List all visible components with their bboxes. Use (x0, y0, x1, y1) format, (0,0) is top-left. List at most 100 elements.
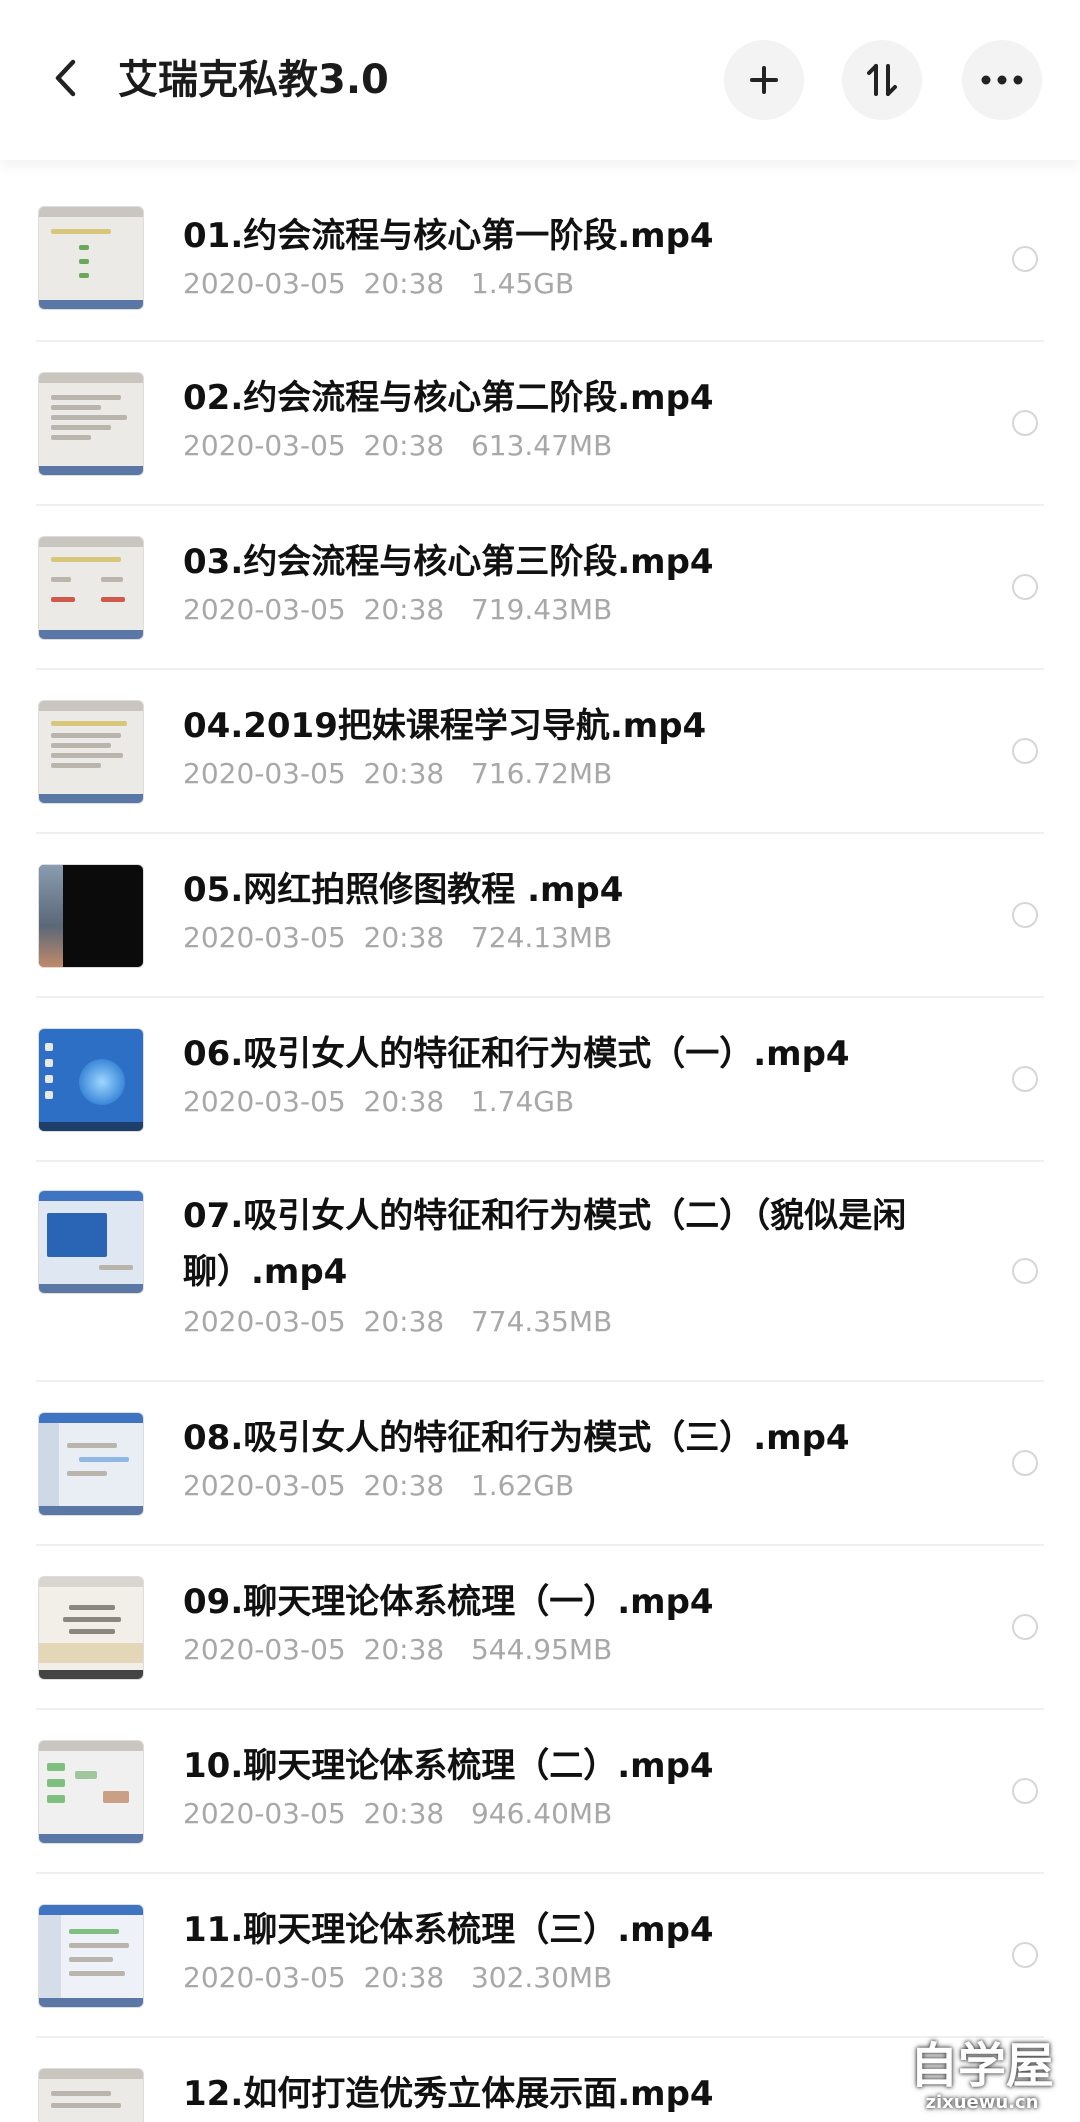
file-size: 719.43MB (470, 593, 613, 626)
file-size: 302.30MB (470, 1961, 613, 1994)
select-radio[interactable] (1012, 410, 1038, 436)
sort-button[interactable] (842, 40, 922, 120)
select-radio[interactable] (1012, 1450, 1038, 1476)
select-radio[interactable] (1012, 1066, 1038, 1092)
file-size: 1.74GB (470, 1085, 575, 1118)
list-item[interactable]: 03.约会流程与核心第三阶段.mp4 2020-03-05 20:38 719.… (0, 506, 1080, 670)
file-meta: 2020-03-05 20:38 613.47MB (183, 426, 612, 466)
file-date: 2020-03-05 (183, 267, 346, 300)
file-name: 01.约会流程与核心第一阶段.mp4 (183, 216, 714, 256)
list-item[interactable]: 01.约会流程与核心第一阶段.mp4 2020-03-05 20:38 1.45… (0, 160, 1080, 342)
file-meta: 2020-03-05 20:38 1.62GB (183, 1466, 574, 1506)
file-time: 20:38 (363, 1469, 445, 1502)
file-meta: 2020-03-05 20:38 1.74GB (183, 1082, 574, 1122)
file-time: 20:38 (363, 429, 445, 462)
watermark-url: zixuewu.cn (925, 2092, 1039, 2113)
file-date: 2020-03-05 (183, 1085, 346, 1118)
file-name: 05.网红拍照修图教程 .mp4 (183, 870, 624, 910)
file-time: 20:38 (363, 1305, 445, 1338)
file-size: 774.35MB (470, 1305, 613, 1338)
file-meta: 2020-03-05 20:38 544.95MB (183, 1630, 612, 1670)
add-button[interactable] (724, 40, 804, 120)
select-radio[interactable] (1012, 738, 1038, 764)
file-meta: 2020-03-05 20:38 1.45GB (183, 264, 574, 304)
file-size: 716.72MB (470, 757, 613, 790)
more-icon (981, 75, 1023, 85)
file-date: 2020-03-05 (183, 1797, 346, 1830)
video-thumbnail (38, 1028, 144, 1132)
file-time: 20:38 (363, 1085, 445, 1118)
video-thumbnail (38, 1190, 144, 1294)
file-date: 2020-03-05 (183, 757, 346, 790)
file-name: 03.约会流程与核心第三阶段.mp4 (183, 542, 714, 582)
select-radio[interactable] (1012, 574, 1038, 600)
file-name: 02.约会流程与核心第二阶段.mp4 (183, 378, 714, 418)
watermark-logo: 自学屋 zixuewu.cn (892, 2040, 1072, 2114)
file-meta: 2020-03-05 20:38 774.35MB (183, 1302, 612, 1342)
plus-icon (750, 66, 778, 94)
list-item[interactable]: 11.聊天理论体系梳理（三）.mp4 2020-03-05 20:38 302.… (0, 1874, 1080, 2038)
watermark-text: 自学屋 (909, 2038, 1054, 2094)
video-thumbnail (38, 1740, 144, 1844)
file-name: 07.吸引女人的特征和行为模式（二）（貌似是闲聊）.mp4 (183, 1196, 907, 1292)
list-item[interactable]: 08.吸引女人的特征和行为模式（三）.mp4 2020-03-05 20:38 … (0, 1382, 1080, 1546)
select-radio[interactable] (1012, 1942, 1038, 1968)
list-item[interactable]: 10.聊天理论体系梳理（二）.mp4 2020-03-05 20:38 946.… (0, 1710, 1080, 1874)
file-name: 06.吸引女人的特征和行为模式（一）.mp4 (183, 1034, 850, 1074)
video-thumbnail (38, 536, 144, 640)
sort-icon (867, 64, 897, 96)
file-time: 20:38 (363, 757, 445, 790)
list-item[interactable]: 06.吸引女人的特征和行为模式（一）.mp4 2020-03-05 20:38 … (0, 998, 1080, 1162)
file-size: 1.45GB (470, 267, 575, 300)
file-time: 20:38 (363, 267, 445, 300)
select-radio[interactable] (1012, 1258, 1038, 1284)
video-thumbnail (38, 2068, 144, 2122)
file-size: 1.62GB (470, 1469, 575, 1502)
video-thumbnail (38, 700, 144, 804)
file-size: 544.95MB (470, 1633, 613, 1666)
list-item[interactable]: 07.吸引女人的特征和行为模式（二）（貌似是闲聊）.mp4 2020-03-05… (0, 1162, 1080, 1382)
file-time: 20:38 (363, 1797, 445, 1830)
file-date: 2020-03-05 (183, 429, 346, 462)
video-thumbnail (38, 1576, 144, 1680)
file-time: 20:38 (363, 1633, 445, 1666)
list-item[interactable]: 02.约会流程与核心第二阶段.mp4 2020-03-05 20:38 613.… (0, 342, 1080, 506)
more-button[interactable] (962, 40, 1042, 120)
page-title: 艾瑞克私教3.0 (118, 57, 389, 103)
file-size: 724.13MB (470, 921, 613, 954)
video-thumbnail (38, 206, 144, 310)
chevron-left-icon (55, 59, 76, 97)
file-date: 2020-03-05 (183, 1961, 346, 1994)
file-name: 08.吸引女人的特征和行为模式（三）.mp4 (183, 1418, 850, 1458)
file-time: 20:38 (363, 593, 445, 626)
file-meta: 2020-03-05 20:38 302.30MB (183, 1958, 612, 1998)
file-time: 20:38 (363, 921, 445, 954)
list-item[interactable]: 09.聊天理论体系梳理（一）.mp4 2020-03-05 20:38 544.… (0, 1546, 1080, 1710)
top-bar: 艾瑞克私教3.0 (0, 0, 1080, 160)
list-item[interactable]: 05.网红拍照修图教程 .mp4 2020-03-05 20:38 724.13… (0, 834, 1080, 998)
file-name: 04.2019把妹课程学习导航.mp4 (183, 706, 707, 746)
file-date: 2020-03-05 (183, 1469, 346, 1502)
select-radio[interactable] (1012, 902, 1038, 928)
select-radio[interactable] (1012, 1778, 1038, 1804)
video-thumbnail (38, 372, 144, 476)
file-size: 946.40MB (470, 1797, 613, 1830)
select-radio[interactable] (1012, 1614, 1038, 1640)
file-name: 11.聊天理论体系梳理（三）.mp4 (183, 1910, 714, 1950)
file-meta: 2020-03-05 20:38 946.40MB (183, 1794, 612, 1834)
select-radio[interactable] (1012, 246, 1038, 272)
file-date: 2020-03-05 (183, 1633, 346, 1666)
file-size: 613.47MB (470, 429, 613, 462)
file-date: 2020-03-05 (183, 1305, 346, 1338)
file-time: 20:38 (363, 1961, 445, 1994)
file-name: 12.如何打造优秀立体展示面.mp4 (183, 2074, 714, 2114)
file-meta: 2020-03-05 20:38 716.72MB (183, 754, 612, 794)
file-date: 2020-03-05 (183, 593, 346, 626)
file-name: 09.聊天理论体系梳理（一）.mp4 (183, 1582, 714, 1622)
file-date: 2020-03-05 (183, 921, 346, 954)
file-meta: 2020-03-05 20:38 724.13MB (183, 918, 612, 958)
video-thumbnail (38, 1412, 144, 1516)
list-item[interactable]: 04.2019把妹课程学习导航.mp4 2020-03-05 20:38 716… (0, 670, 1080, 834)
file-name: 10.聊天理论体系梳理（二）.mp4 (183, 1746, 714, 1786)
back-button[interactable] (38, 50, 94, 106)
